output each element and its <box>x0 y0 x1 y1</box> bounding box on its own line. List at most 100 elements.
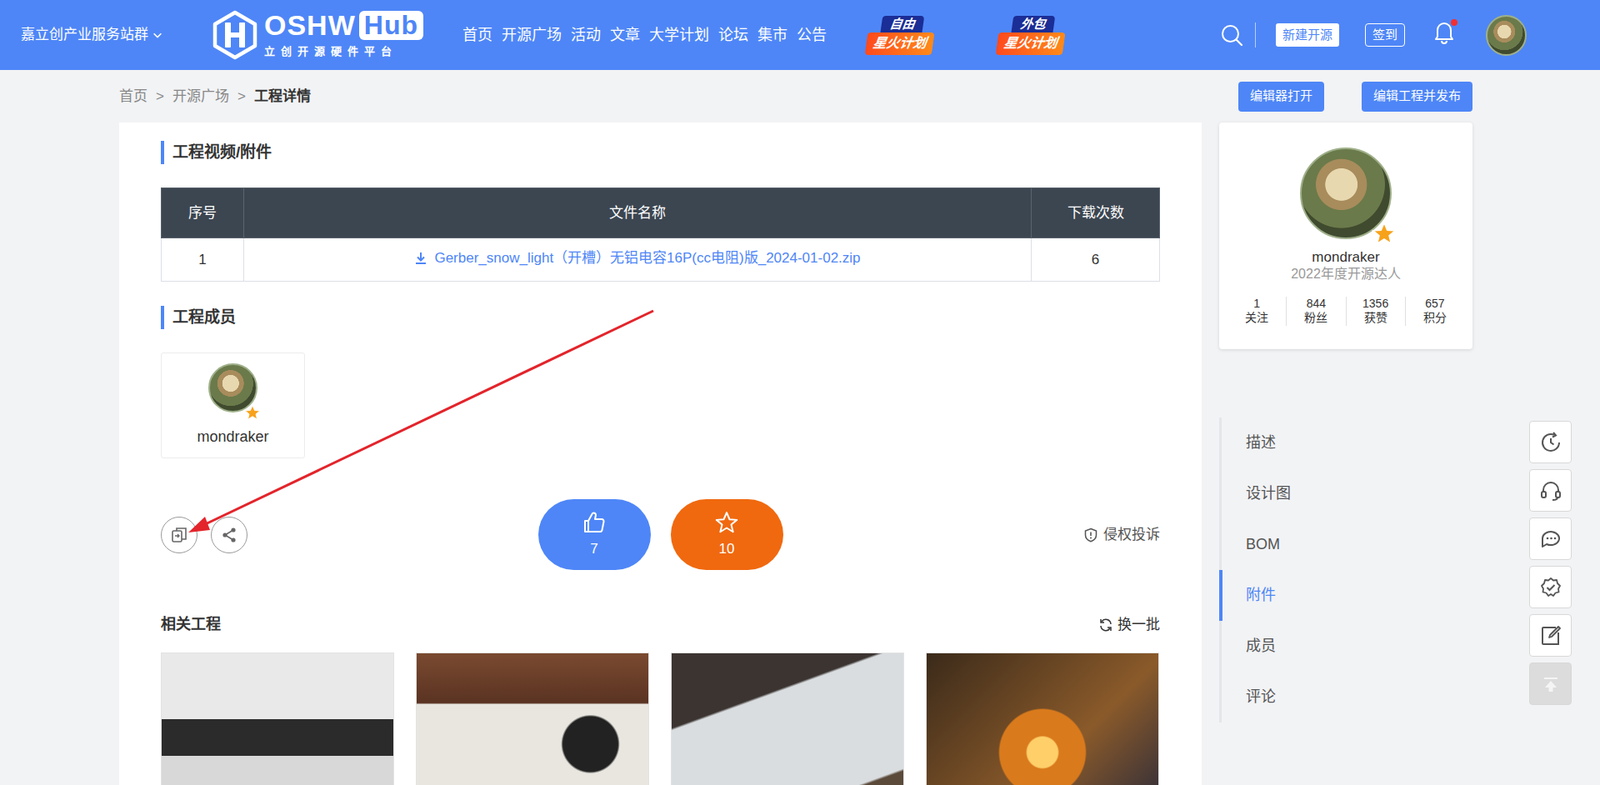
stat-item[interactable]: 1关注 <box>1227 296 1286 326</box>
report-link[interactable]: 侵权投诉 <box>1083 524 1160 546</box>
breadcrumb-item[interactable]: 首页 <box>119 85 148 108</box>
table-cell: 1 <box>161 238 245 282</box>
related-project-card[interactable] <box>160 652 395 785</box>
back-to-top-icon <box>1540 674 1561 695</box>
author-name[interactable]: mondraker <box>1311 249 1380 266</box>
section-nav-item[interactable]: 附件 <box>1219 570 1473 621</box>
logo-hexagon-icon <box>212 10 258 60</box>
breadcrumb-item[interactable]: 开源广场 <box>172 85 230 108</box>
nav-link[interactable]: 大学计划 <box>649 24 710 47</box>
member-list: mondraker <box>160 329 1160 459</box>
user-avatar[interactable] <box>1485 15 1527 56</box>
checkin-button[interactable]: 签到 <box>1365 23 1405 48</box>
tool-button <box>1529 662 1572 705</box>
nav-link[interactable]: 公告 <box>796 24 827 47</box>
section-nav-item[interactable]: 成员 <box>1219 620 1473 672</box>
stat-item[interactable]: 844粉丝 <box>1285 296 1345 326</box>
table-header-row: 序号文件名称下载次数 <box>161 188 1160 239</box>
clone-button[interactable] <box>160 516 198 554</box>
members-section: 工程成员mondraker <box>160 305 1160 459</box>
favorite-button[interactable]: 10 <box>670 499 784 570</box>
logo-subtitle: 立创开源硬件平台 <box>264 43 424 60</box>
related-header: 相关工程 换一批 <box>160 613 1160 636</box>
refresh-button[interactable]: 换一批 <box>1098 614 1160 636</box>
site-switcher[interactable]: 嘉立创产业服务站群 <box>0 24 213 46</box>
related-project-card[interactable] <box>925 652 1160 785</box>
table-body: 1 Gerber_snow_light（开槽）无铝电容16P(cc电阻)版_202… <box>161 238 1160 282</box>
section-nav-item[interactable]: BOM <box>1219 519 1473 570</box>
member-name: mondraker <box>196 425 269 449</box>
stat-label: 关注 <box>1227 310 1286 326</box>
related-project-card[interactable] <box>670 652 905 785</box>
tool-rail <box>1529 420 1572 705</box>
breadcrumb-separator: > <box>155 85 165 108</box>
sidebar: mondraker2022年度开源达人1关注844粉丝1356获赞657积分描述… <box>1219 122 1473 723</box>
breadcrumb-row: 首页>开源广场>工程详情编辑器打开编辑工程并发布 <box>119 70 1473 123</box>
tool-button[interactable] <box>1529 614 1572 657</box>
unread-dot <box>1450 19 1458 26</box>
file-link[interactable]: Gerber_snow_light（开槽）无铝电容16P(cc电阻)版_2024… <box>414 247 860 270</box>
logo-title: OSHWHub <box>264 10 424 40</box>
column-header: 下载次数 <box>1031 188 1160 239</box>
section-nav-item[interactable]: 设计图 <box>1219 468 1473 520</box>
promo-tag: 自由 <box>880 15 925 33</box>
shield-icon <box>1083 527 1099 543</box>
member-avatar <box>208 363 258 413</box>
stat-label: 粉丝 <box>1286 310 1345 326</box>
share-button[interactable] <box>210 516 248 554</box>
action-right: 侵权投诉 <box>783 524 1161 546</box>
history-icon <box>1539 430 1563 455</box>
tool-button[interactable] <box>1529 469 1572 512</box>
copy-icon <box>170 525 189 545</box>
open-editor-button[interactable]: 编辑器打开 <box>1238 81 1325 112</box>
download-icon <box>414 251 428 265</box>
author-stats: 1关注844粉丝1356获赞657积分 <box>1219 296 1473 340</box>
file-cell: Gerber_snow_light（开槽）无铝电容16P(cc电阻)版_2024… <box>244 238 1032 282</box>
nav-link[interactable]: 活动 <box>570 24 601 47</box>
main-nav: 首页开源广场活动文章大学计划论坛集市公告 <box>462 24 827 47</box>
nav-link[interactable]: 文章 <box>610 24 640 47</box>
search-icon[interactable] <box>1220 23 1244 47</box>
nav-link[interactable]: 首页 <box>462 24 493 47</box>
member-card[interactable]: mondraker <box>160 352 305 459</box>
author-avatar-wrap[interactable] <box>1300 147 1392 246</box>
breadcrumb: 首页>开源广场>工程详情 <box>119 85 311 108</box>
table-head: 序号文件名称下载次数 <box>161 188 1160 239</box>
tool-button[interactable] <box>1529 517 1572 560</box>
promo-banner[interactable]: 外包星火计划 <box>988 15 1076 55</box>
like-count: 7 <box>590 538 598 560</box>
new-project-button[interactable]: 新建开源 <box>1275 23 1340 48</box>
tool-button[interactable] <box>1529 420 1572 464</box>
related-title: 相关工程 <box>160 613 221 636</box>
related-project-card[interactable] <box>415 652 650 785</box>
stat-value: 1 <box>1227 296 1286 312</box>
breadcrumb-item: 工程详情 <box>254 85 311 108</box>
related-grid <box>160 652 1160 785</box>
refresh-icon <box>1098 617 1114 633</box>
star-icon <box>714 510 740 535</box>
badge-check-icon <box>1539 575 1563 600</box>
promo-group: 自由星火计划 外包星火计划 <box>860 15 1073 55</box>
edit-publish-button[interactable]: 编辑工程并发布 <box>1361 81 1473 112</box>
nav-link[interactable]: 论坛 <box>718 24 749 47</box>
promo-tag: 外包 <box>1010 15 1055 33</box>
stat-label: 获赞 <box>1346 310 1405 326</box>
top-navbar: 嘉立创产业服务站群 OSHWHub 立创开源硬件平台 首页开源广场活动文章大学计划论坛… <box>0 0 1600 70</box>
logo-text: OSHWHub 立创开源硬件平台 <box>264 10 424 60</box>
action-left <box>160 516 539 554</box>
nav-link[interactable]: 集市 <box>757 24 788 47</box>
stat-item[interactable]: 1356获赞 <box>1345 296 1405 326</box>
section-nav-item[interactable]: 描述 <box>1219 417 1473 469</box>
logo-badge: Hub <box>359 10 424 40</box>
logo[interactable]: OSHWHub 立创开源硬件平台 <box>212 10 463 60</box>
attachments-table: 序号文件名称下载次数1 Gerber_snow_light（开槽）无铝电容16P(… <box>160 187 1160 282</box>
section-nav-item[interactable]: 评论 <box>1219 671 1473 723</box>
promo-banner[interactable]: 自由星火计划 <box>857 15 945 55</box>
nav-link[interactable]: 开源广场 <box>501 24 562 47</box>
notifications[interactable] <box>1432 19 1456 51</box>
stat-item[interactable]: 657积分 <box>1405 296 1465 326</box>
tool-button[interactable] <box>1529 565 1572 609</box>
like-button[interactable]: 7 <box>538 499 651 570</box>
annotation-arrow <box>0 0 1600 785</box>
chat-icon <box>1539 527 1563 551</box>
